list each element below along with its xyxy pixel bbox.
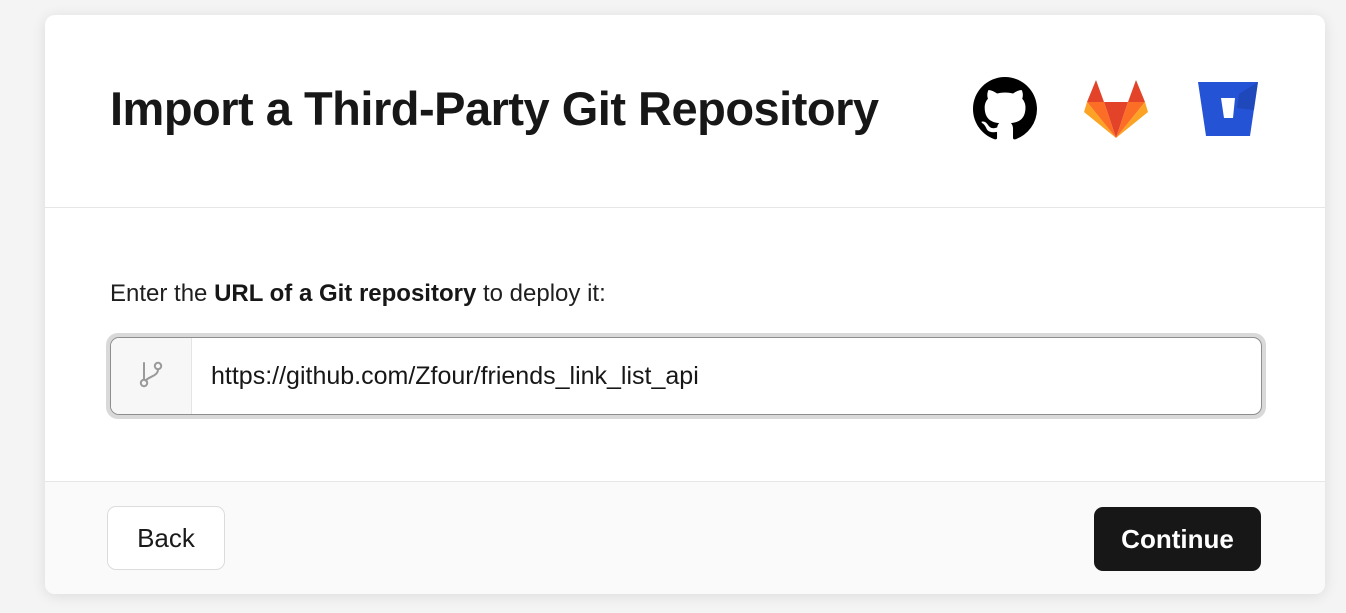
provider-github[interactable] <box>972 76 1038 146</box>
repository-url-input[interactable] <box>211 338 1241 414</box>
url-prefix <box>111 338 192 414</box>
github-icon <box>973 76 1037 146</box>
url-prompt: Enter the URL of a Git repository to dep… <box>110 280 606 308</box>
prompt-emphasis: URL of a Git repository <box>214 280 477 307</box>
prompt-suffix: to deploy it: <box>476 280 606 307</box>
bitbucket-icon <box>1197 80 1259 143</box>
back-button[interactable]: Back <box>107 506 225 570</box>
page-title: Import a Third-Party Git Repository <box>110 82 879 135</box>
continue-button[interactable]: Continue <box>1094 507 1261 571</box>
git-branch-icon <box>137 359 165 394</box>
provider-bitbucket[interactable] <box>1195 79 1261 143</box>
url-input-wrapper <box>110 337 1262 415</box>
import-dialog: Import a Third-Party Git Repository Ente… <box>45 15 1325 594</box>
repository-url-field <box>106 333 1266 419</box>
prompt-prefix: Enter the <box>110 280 215 307</box>
dialog-header: Import a Third-Party Git Repository <box>45 15 1325 208</box>
provider-gitlab[interactable] <box>1083 79 1149 143</box>
dialog-footer: Back Continue <box>45 481 1325 594</box>
gitlab-icon <box>1084 79 1148 144</box>
